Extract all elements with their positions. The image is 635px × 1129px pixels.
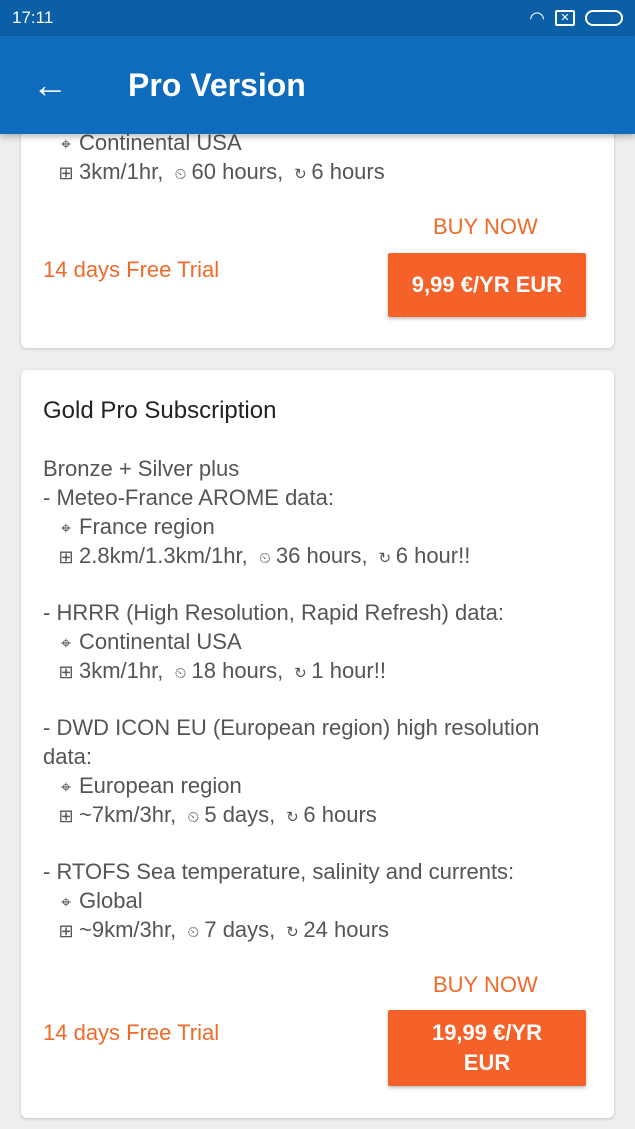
clock-icon: ⏲ xyxy=(174,665,187,682)
grid-icon: ⊞ xyxy=(58,163,74,183)
clock-icon: ⏲ xyxy=(174,166,187,183)
silver-subscription-card: ⌖ Continental USA ⊞ 3km/1hr, ⏲ 60 hours, ↻ 6… xyxy=(21,134,614,348)
resolution-line: ⊞ ~7km/3hr, ⏲ 5 days, ↻ 6 hours xyxy=(53,802,376,828)
resolution-line: ⊞ 2.8km/1.3km/1hr, ⏲ 36 hours, ↻ 6 hour!! xyxy=(53,543,470,569)
status-icons: ◠ ✕ xyxy=(529,8,623,29)
grid-icon: ⊞ xyxy=(58,662,74,682)
grid-icon: ⊞ xyxy=(58,921,74,941)
resolution-line: ⊞ 3km/1hr, ⏲ 60 hours, ↻ 6 hours xyxy=(53,159,384,185)
buy-gold-button[interactable]: 19,99 €/YR EUR xyxy=(388,1010,586,1086)
status-bar: 17:11 ◠ ✕ xyxy=(0,0,635,36)
section-heading: - DWD ICON EU (European region) high res… xyxy=(43,715,540,740)
resolution-line: ⊞ 3km/1hr, ⏲ 18 hours, ↻ 1 hour!! xyxy=(53,658,386,684)
subscription-list[interactable]: ⌖ Continental USA ⊞ 3km/1hr, ⏲ 60 hours, ↻ 6… xyxy=(0,134,635,1129)
section-heading: - HRRR (High Resolution, Rapid Refresh) … xyxy=(43,600,504,625)
region-line: ⌖ Continental USA xyxy=(53,629,242,655)
status-time: 17:11 xyxy=(12,8,54,27)
price-line-2: EUR xyxy=(463,1050,511,1075)
crosshair-icon: ⌖ xyxy=(60,633,72,653)
card-title: Gold Pro Subscription xyxy=(43,397,277,424)
resolution-line: ⊞ ~9km/3hr, ⏲ 7 days, ↻ 24 hours xyxy=(53,917,389,943)
region-line: ⌖ Global xyxy=(53,888,143,914)
refresh-icon: ↻ xyxy=(294,665,307,682)
page-title: Pro Version xyxy=(128,66,306,103)
section-heading-continued: data: xyxy=(43,744,92,769)
crosshair-icon: ⌖ xyxy=(60,518,72,538)
region-line: ⌖ European region xyxy=(53,773,242,799)
free-trial-label: 14 days Free Trial xyxy=(43,1020,220,1045)
back-button[interactable]: ← xyxy=(0,36,100,134)
grid-icon: ⊞ xyxy=(58,547,74,567)
buy-silver-button[interactable]: 9,99 €/YR EUR xyxy=(388,253,586,317)
wifi-icon: ◠ xyxy=(529,7,545,28)
crosshair-icon: ⌖ xyxy=(60,134,72,154)
section-heading: - RTOFS Sea temperature, salinity and cu… xyxy=(43,859,515,884)
free-trial-label: 14 days Free Trial xyxy=(43,257,220,282)
section-heading: - Meteo-France AROME data: xyxy=(43,485,334,510)
refresh-icon: ↻ xyxy=(286,924,299,941)
refresh-icon: ↻ xyxy=(294,166,307,183)
intro-line: Bronze + Silver plus xyxy=(43,456,240,481)
region-line: ⌖ Continental USA xyxy=(53,134,242,156)
app-bar: ← Pro Version xyxy=(0,36,635,134)
refresh-icon: ↻ xyxy=(378,550,392,567)
arrow-left-icon: ← xyxy=(32,64,68,105)
region-line: ⌖ France region xyxy=(53,514,215,540)
grid-icon: ⊞ xyxy=(58,806,74,826)
buy-now-label: BUY NOW xyxy=(433,214,538,239)
gold-subscription-card: Gold Pro Subscription Bronze + Silver pl… xyxy=(21,370,614,1118)
clock-icon: ⏲ xyxy=(187,924,200,941)
clock-icon: ⏲ xyxy=(187,809,200,826)
clock-icon: ⏲ xyxy=(259,550,271,567)
price-line-1: 19,99 €/YR xyxy=(431,1020,543,1046)
sim-icon: ✕ xyxy=(555,10,575,26)
crosshair-icon: ⌖ xyxy=(60,777,72,797)
buy-now-label: BUY NOW xyxy=(433,972,538,997)
battery-icon xyxy=(585,10,623,26)
crosshair-icon: ⌖ xyxy=(60,892,72,912)
refresh-icon: ↻ xyxy=(286,809,299,826)
